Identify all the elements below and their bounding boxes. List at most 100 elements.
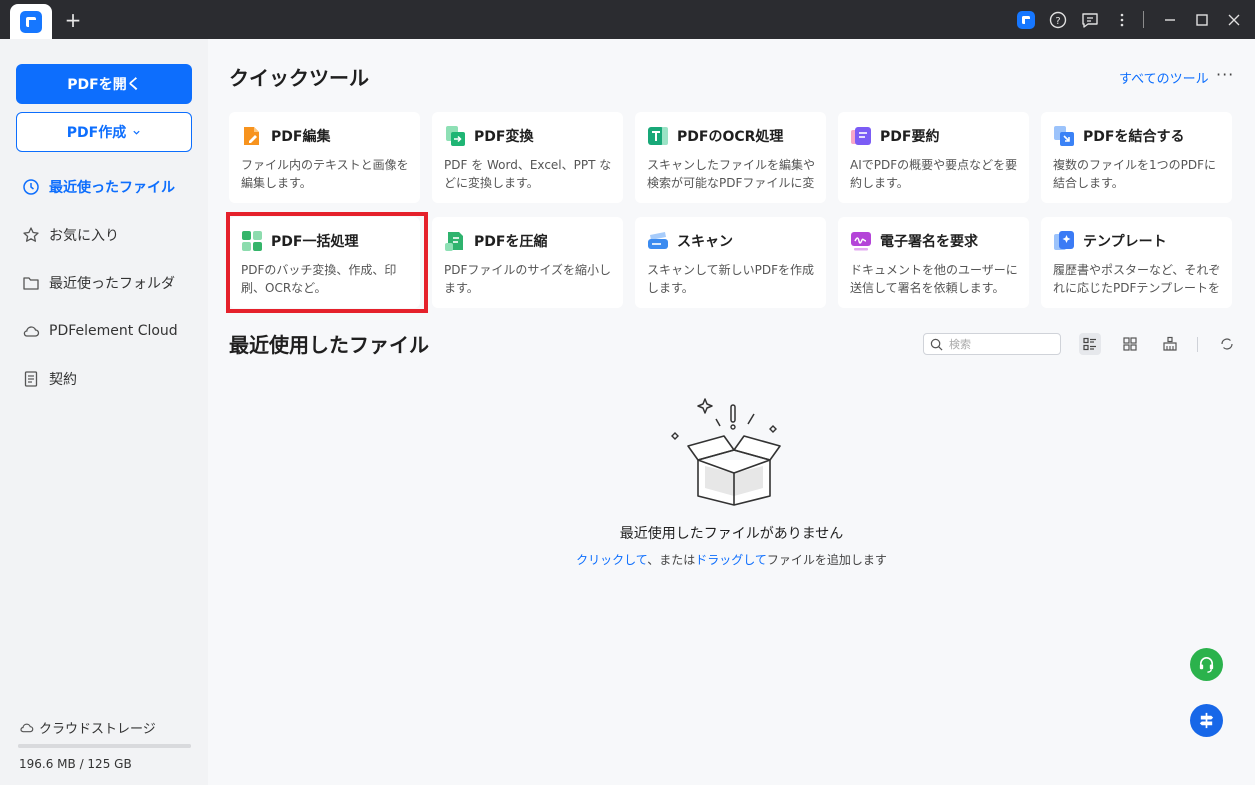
card-title: PDF編集 <box>271 129 331 145</box>
support-button[interactable] <box>1190 648 1223 681</box>
empty-state-subtitle: クリックして、またはドラッグしてファイルを追加します <box>208 551 1255 568</box>
tool-card-pdf-edit[interactable]: PDF編集 ファイル内のテキストと画像を編集します。 <box>229 112 420 203</box>
tool-card-pdf-merge[interactable]: PDFを結合する 複数のファイルを1つのPDFに結合します。 <box>1041 112 1232 203</box>
card-title: PDFのOCR処理 <box>677 129 784 145</box>
tool-card-pdf-ocr[interactable]: PDFのOCR処理 スキャンしたファイルを編集や検索が可能なPDFファイルに変換… <box>635 112 826 203</box>
card-title: PDF要約 <box>880 129 940 145</box>
signpost-icon <box>1199 712 1214 729</box>
card-description: PDFファイルのサイズを縮小します。 <box>444 263 612 295</box>
feedback-icon[interactable] <box>1080 10 1100 30</box>
card-description: スキャンしたファイルを編集や検索が可能なPDFファイルに変換します。 <box>647 158 816 190</box>
chevron-down-icon <box>133 130 140 135</box>
card-title: PDFを結合する <box>1083 129 1185 145</box>
empty-box-illustration <box>671 398 781 506</box>
app-logo <box>20 10 42 33</box>
refresh-button[interactable] <box>1216 333 1238 355</box>
card-title: PDF変換 <box>474 129 534 145</box>
titlebar-divider <box>1143 11 1144 28</box>
sidebar-item-label: PDFelement Cloud <box>49 323 178 339</box>
cloud-icon <box>23 326 40 337</box>
more-options-button[interactable]: ··· <box>1216 65 1234 84</box>
cloud-storage-text: クラウドストレージ <box>39 722 156 737</box>
card-title: PDFを圧縮 <box>474 234 548 250</box>
sidebar-item-recent-files[interactable]: 最近使ったファイル <box>22 173 198 201</box>
click-to-open-link[interactable]: クリックして <box>576 553 647 567</box>
main-panel: クイックツール すべてのツール ··· PDF編集 ファイル内のテキストと画像を… <box>208 39 1255 785</box>
card-description: 履歴書やポスターなど、それぞれに応じたPDFテンプレートを提供します。 <box>1053 263 1221 295</box>
sidebar-item-label: 最近使ったフォルダ <box>49 276 175 292</box>
list-view-button[interactable] <box>1079 333 1101 355</box>
template-icon <box>1054 231 1074 250</box>
tool-card-request-signature[interactable]: 電子署名を要求 ドキュメントを他のユーザーに送信して署名を依頼します。 <box>838 217 1029 308</box>
card-title: テンプレート <box>1083 234 1167 250</box>
merge-icon <box>1054 126 1074 146</box>
refresh-icon <box>1221 338 1233 350</box>
create-pdf-button[interactable]: PDF作成 <box>16 112 192 152</box>
storage-usage: 196.6 MB / 125 GB <box>19 757 132 771</box>
close-icon[interactable] <box>1224 10 1244 30</box>
card-description: スキャンして新しいPDFを作成します。 <box>647 263 815 295</box>
help-icon[interactable]: ? <box>1048 10 1068 30</box>
sidebar-item-contracts[interactable]: 契約 <box>22 365 198 393</box>
tool-card-template[interactable]: テンプレート 履歴書やポスターなど、それぞれに応じたPDFテンプレートを提供しま… <box>1041 217 1232 308</box>
ocr-icon <box>648 127 668 145</box>
compress-icon <box>445 232 463 251</box>
search-field[interactable] <box>923 333 1061 355</box>
list-view-icon <box>1083 337 1096 351</box>
search-icon <box>930 338 943 350</box>
card-title: PDF一括処理 <box>271 234 359 250</box>
empty-state-text: 、または <box>647 553 696 567</box>
account-icon[interactable] <box>1016 10 1036 30</box>
batch-icon <box>242 231 262 251</box>
card-description: PDFのバッチ変換、作成、印刷、OCRなど。 <box>241 263 397 295</box>
signpost-button[interactable] <box>1190 704 1223 737</box>
cloud-storage-label[interactable]: クラウドストレージ <box>19 718 156 737</box>
recent-files-title: 最近使用したファイル <box>229 333 429 357</box>
sidebar-item-label: 最近使ったファイル <box>49 180 175 196</box>
card-description: AIでPDFの概要や要点などを要約します。 <box>850 158 1018 190</box>
open-pdf-button[interactable]: PDFを開く <box>16 64 192 104</box>
card-title: 電子署名を要求 <box>880 234 978 250</box>
card-description: ファイル内のテキストと画像を編集します。 <box>241 158 409 190</box>
sidebar-item-cloud[interactable]: PDFelement Cloud <box>22 317 198 345</box>
open-pdf-label: PDFを開く <box>67 77 141 93</box>
sidebar-item-label: 契約 <box>49 372 77 388</box>
summary-icon <box>851 127 871 145</box>
edit-icon <box>244 127 259 145</box>
card-description: ドキュメントを他のユーザーに送信して署名を依頼します。 <box>850 263 1018 295</box>
broom-icon <box>1163 336 1177 351</box>
storage-progress-bar <box>18 744 191 748</box>
drag-to-add-link[interactable]: ドラッグして <box>695 553 767 567</box>
cloud-icon <box>20 723 34 733</box>
convert-icon <box>446 126 465 146</box>
sidebar-item-recent-folders[interactable]: 最近使ったフォルダ <box>22 269 198 297</box>
card-description: PDF を Word、Excel、PPT などに変換します。 <box>444 158 612 190</box>
search-input[interactable] <box>949 337 1049 351</box>
storage-progress-fill <box>18 744 191 748</box>
sidebar-item-favorites[interactable]: お気に入り <box>22 221 198 249</box>
folder-icon <box>23 277 39 290</box>
create-pdf-label: PDF作成 <box>66 125 127 141</box>
toolbar-divider <box>1197 337 1198 352</box>
tool-card-pdf-summary[interactable]: PDF要約 AIでPDFの概要や要点などを要約します。 <box>838 112 1029 203</box>
sidebar: PDFを開く PDF作成 最近使ったファイル お気に入り 最近使ったフォルダ P… <box>0 39 208 785</box>
clock-icon <box>23 179 39 195</box>
title-bar: + ? <box>0 0 1255 39</box>
card-title: スキャン <box>677 234 733 250</box>
minimize-icon[interactable] <box>1160 10 1180 30</box>
more-vertical-icon[interactable] <box>1112 10 1132 30</box>
grid-view-button[interactable] <box>1119 333 1141 355</box>
new-tab-button[interactable]: + <box>62 9 84 31</box>
sidebar-item-label: お気に入り <box>49 228 119 244</box>
all-tools-link[interactable]: すべてのツール <box>1119 68 1209 87</box>
home-tab[interactable] <box>10 4 52 39</box>
clear-history-button[interactable] <box>1159 333 1181 355</box>
tool-card-scan[interactable]: スキャン スキャンして新しいPDFを作成します。 <box>635 217 826 308</box>
maximize-icon[interactable] <box>1192 10 1212 30</box>
tool-card-pdf-batch[interactable]: PDF一括処理 PDFのバッチ変換、作成、印刷、OCRなど。 <box>229 217 420 308</box>
tool-card-pdf-convert[interactable]: PDF変換 PDF を Word、Excel、PPT などに変換します。 <box>432 112 623 203</box>
star-icon <box>23 227 39 242</box>
tool-card-pdf-compress[interactable]: PDFを圧縮 PDFファイルのサイズを縮小します。 <box>432 217 623 308</box>
document-icon <box>24 371 38 387</box>
empty-state-title: 最近使用したファイルがありません <box>619 526 844 542</box>
